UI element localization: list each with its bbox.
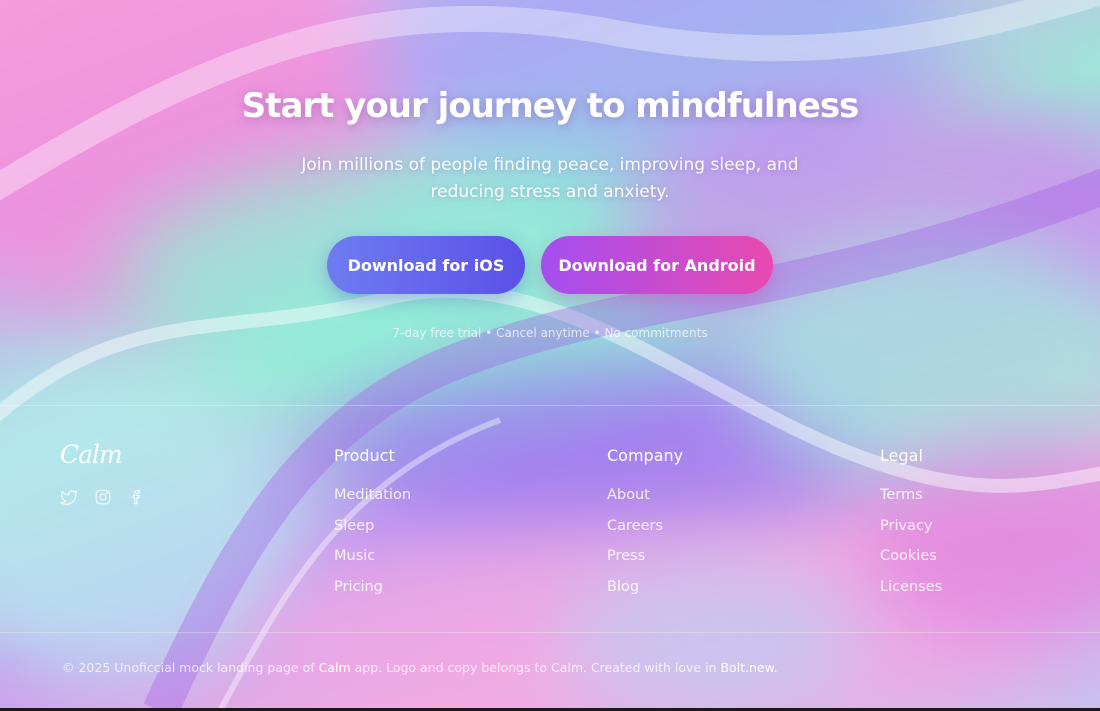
footer-link-press[interactable]: Press	[607, 548, 645, 564]
facebook-icon[interactable]	[128, 488, 146, 506]
hero-subtitle: Join millions of people finding peace, i…	[301, 155, 799, 202]
download-android-button[interactable]: Download for Android	[541, 236, 773, 294]
footer-column-title: Product	[334, 446, 395, 465]
copyright-brand: Calm	[318, 660, 351, 675]
footer-link-terms[interactable]: Terms	[880, 487, 923, 503]
footer-column-title: Company	[607, 446, 684, 465]
twitter-icon[interactable]	[60, 488, 78, 506]
download-buttons: Download for iOS Download for Android	[0, 236, 1100, 294]
social-links	[60, 488, 146, 506]
calm-logo[interactable]: Calm	[60, 440, 123, 469]
copyright-suffix: .	[773, 660, 778, 675]
copyright-prefix: © 2025 Unoficcial mock landing page of	[62, 660, 319, 675]
footer-link-pricing[interactable]: Pricing	[334, 579, 383, 595]
copyright-text: © 2025 Unoficcial mock landing page of C…	[62, 660, 778, 675]
footer-link-about[interactable]: About	[607, 487, 650, 503]
footer-link-privacy[interactable]: Privacy	[880, 518, 933, 534]
instagram-icon[interactable]	[94, 488, 112, 506]
footer-column-company: Company About Careers Press Blog	[607, 446, 683, 606]
download-ios-button[interactable]: Download for iOS	[327, 236, 525, 294]
footer-link-blog[interactable]: Blog	[607, 579, 639, 595]
footer-link-cookies[interactable]: Cookies	[880, 548, 937, 564]
footer-link-meditation[interactable]: Meditation	[334, 487, 411, 503]
footer-divider	[0, 405, 1100, 406]
bolt-link[interactable]: Bolt.new	[720, 660, 773, 675]
hero-title: Start your journey to mindfulness	[241, 86, 860, 126]
footer-column-title: Legal	[880, 446, 923, 465]
footer-link-careers[interactable]: Careers	[607, 518, 663, 534]
copyright-middle: app. Logo and copy belongs to Calm. Crea…	[350, 660, 721, 675]
copyright-divider	[0, 632, 1100, 633]
trial-note: 7-day free trial • Cancel anytime • No c…	[392, 326, 708, 340]
footer-column-legal: Legal Terms Privacy Cookies Licenses	[880, 446, 942, 606]
footer-link-sleep[interactable]: Sleep	[334, 518, 374, 534]
footer-link-music[interactable]: Music	[334, 548, 375, 564]
page-content: Start your journey to mindfulness Join m…	[0, 0, 1100, 711]
footer-column-product: Product Meditation Sleep Music Pricing	[334, 446, 411, 606]
footer-link-licenses[interactable]: Licenses	[880, 579, 942, 595]
